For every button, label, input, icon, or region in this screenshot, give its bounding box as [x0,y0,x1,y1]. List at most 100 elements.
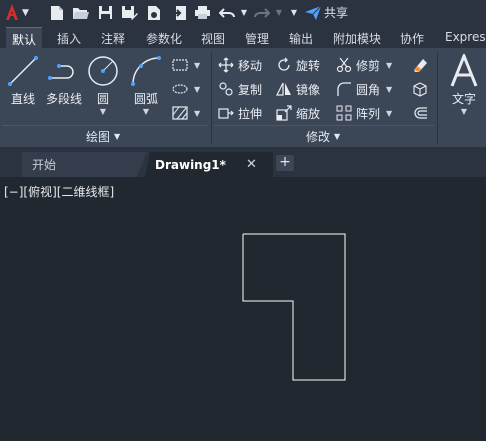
scale-label: 缩放 [296,106,321,121]
text-label: 文字 [451,92,476,106]
array-dropdown-icon[interactable]: ▼ [386,109,392,118]
draw-panel-title[interactable]: 绘图 ▼ [86,128,120,145]
tab-annotate[interactable]: 注释 [101,30,125,47]
customize-toolbar-chevron-icon[interactable]: ▼ [285,3,303,22]
share-label: 共享 [324,6,349,20]
mirror-icon [276,82,291,96]
circle-dropdown-icon[interactable]: ▼ [83,107,123,116]
redo-icon[interactable] [253,3,271,22]
mirror-label: 镜像 [296,82,321,97]
copy-label: 复制 [238,82,263,97]
trim-label: 修剪 [356,58,381,73]
tab-collaborate[interactable]: 协作 [400,30,424,47]
plot-printer-icon[interactable] [193,3,211,22]
ribbon-panel: 直线 多段线 圆 ▼ 圆弧 ▼ ▼ ▼ ▼ 绘图 ▼ 移动 旋转 修剪 ▼ 复制… [0,49,486,147]
copy-icon [219,82,233,96]
share-button[interactable]: 共享 [305,3,348,22]
trim-button[interactable]: 修剪 ▼ [336,55,392,75]
tab-express[interactable]: Express [445,30,486,44]
new-file-icon[interactable] [48,3,66,22]
explode-cube-icon [413,82,427,97]
import-icon[interactable] [170,3,188,22]
fillet-button[interactable]: 圆角 ▼ [336,79,392,99]
mirror-button[interactable]: 镜像 [276,79,320,99]
polyline-icon [43,53,85,89]
start-tab[interactable]: 开始 [22,152,147,177]
autocad-logo-icon[interactable] [4,3,20,21]
fillet-label: 圆角 [356,82,381,97]
erase-button[interactable] [412,55,428,75]
rotate-button[interactable]: 旋转 [276,55,320,75]
line-button[interactable]: 直线 [3,53,43,107]
ellipse-dropdown-icon[interactable]: ▼ [194,85,200,94]
array-button[interactable]: 阵列 ▼ [336,103,392,123]
explode-button[interactable] [412,79,428,99]
circle-button[interactable]: 圆 ▼ [83,53,123,116]
panel-separator [437,52,438,144]
tab-add-ins[interactable]: 附加模块 [333,30,381,47]
trim-dropdown-icon[interactable]: ▼ [386,61,392,70]
tab-view[interactable]: 视图 [201,30,225,47]
drawing-canvas[interactable] [0,177,486,441]
fillet-icon [337,82,351,96]
l-shape-polyline[interactable] [242,233,346,381]
undo-chevron-icon[interactable]: ▼ [235,3,253,22]
rectangle-button[interactable]: ▼ [172,55,200,75]
rotate-label: 旋转 [296,58,321,73]
stretch-button[interactable]: 拉伸 [218,103,262,123]
text-dropdown-icon[interactable]: ▼ [444,107,484,116]
hatch-icon [172,106,188,120]
polyline-label: 多段线 [45,92,82,106]
hatch-button[interactable]: ▼ [172,103,200,123]
text-a-icon [444,53,484,89]
modify-panel-expand-icon: ▼ [334,132,341,141]
array-grid-icon [336,105,352,121]
rectangle-dropdown-icon[interactable]: ▼ [194,61,200,70]
start-tab-label: 开始 [32,158,57,172]
modify-panel-title-label: 修改 [306,130,331,144]
tab-output[interactable]: 输出 [289,30,313,47]
save-icon[interactable] [96,3,114,22]
hatch-dropdown-icon[interactable]: ▼ [194,109,200,118]
arc-label: 圆弧 [133,92,158,106]
polyline-button[interactable]: 多段线 [43,53,85,107]
quick-access-toolbar: ▼ ▼ ▼ ▼ 共享 [0,0,486,25]
text-button[interactable]: 文字 ▼ [444,53,484,116]
modify-panel-divider [214,125,434,126]
move-icon [218,57,234,73]
move-button[interactable]: 移动 [218,55,262,75]
ellipse-icon [172,84,188,94]
tab-manage[interactable]: 管理 [245,30,269,47]
undo-icon[interactable] [218,3,236,22]
new-drawing-tab-button[interactable]: + [276,155,294,171]
fillet-dropdown-icon[interactable]: ▼ [386,85,392,94]
draw-panel-expand-icon: ▼ [114,132,121,141]
rectangle-icon [172,59,188,71]
modify-panel-title[interactable]: 修改 ▼ [306,128,340,145]
document-tabs-bar: 开始 Drawing1* ✕ [0,147,486,177]
panel-separator [211,52,212,144]
copy-button[interactable]: 复制 [218,79,262,99]
offset-icon [414,107,427,119]
tab-insert[interactable]: 插入 [57,30,81,47]
offset-button[interactable] [412,103,428,123]
drawing1-tab[interactable]: Drawing1* ✕ [145,152,273,177]
draw-panel-title-label: 绘图 [86,130,111,144]
open-folder-icon[interactable] [71,3,89,22]
move-label: 移动 [238,58,263,73]
arc-button[interactable]: 圆弧 ▼ [126,53,166,116]
arc-dropdown-icon[interactable]: ▼ [126,107,166,116]
open-from-web-icon[interactable] [145,3,163,22]
app-menu-chevron-icon[interactable]: ▼ [22,8,29,18]
ribbon-tabs: 默认 插入 注释 参数化 视图 管理 输出 附加模块 协作 Express [0,25,486,49]
array-label: 阵列 [356,106,381,121]
save-as-icon[interactable] [120,3,138,22]
tab-default[interactable]: 默认 [6,27,43,49]
ellipse-button[interactable]: ▼ [172,79,200,99]
tab-parametric[interactable]: 参数化 [146,30,182,47]
circle-icon [83,53,123,89]
scale-icon [276,105,292,121]
arc-icon [126,53,166,89]
close-tab-icon[interactable]: ✕ [246,157,257,172]
scale-button[interactable]: 缩放 [276,103,320,123]
